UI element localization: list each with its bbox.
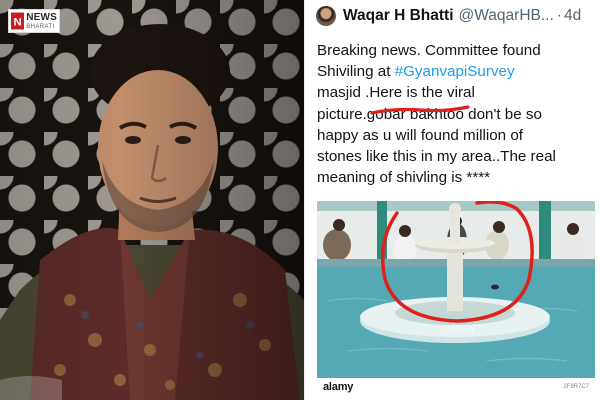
tweet-text-segment: stones like this in my area..The real <box>317 148 556 166</box>
alamy-watermark: alamy <box>445 322 476 334</box>
tweet-text-segment: masjid .Here is the viral <box>317 84 475 102</box>
tweet-media[interactable]: alamy 2F8R7C7 <box>317 201 595 396</box>
logo-line2: BHARATI <box>26 23 55 30</box>
news-bharati-logo: N NEWS BHARATI <box>8 9 60 33</box>
tweet-text-segment: meaning of shivling is **** <box>317 169 491 187</box>
tweet-text-line: masjid .Here is the viral <box>317 82 593 103</box>
avatar[interactable] <box>316 6 336 26</box>
photo-shade <box>0 0 304 400</box>
logo-mark-icon: N <box>11 12 25 30</box>
display-name[interactable]: Waqar H Bhatti <box>343 7 454 25</box>
separator-dot: · <box>556 7 562 24</box>
logo-mark-letter: N <box>14 17 22 29</box>
logo-line1: NEWS <box>26 11 57 23</box>
person-photo: N NEWS BHARATI <box>0 0 304 400</box>
alamy-footer: alamy 2F8R7C7 <box>317 378 595 396</box>
tweet-text-segment: Breaking news. Committee found <box>317 42 541 59</box>
tweet-text-segment: happy as u will found million of <box>317 126 523 144</box>
tweet-text-line: Shiviling at #GyanvapiSurvey <box>317 61 593 82</box>
tweet-text-line: Breaking news. Committee found <box>317 40 593 61</box>
tweet-text-line: stones like this in my area..The real <box>317 146 593 167</box>
tweet-text-segment: Shiviling at <box>317 63 395 81</box>
pool-fountain-image <box>317 201 595 396</box>
hashtag-link[interactable]: #GyanvapiSurvey <box>395 63 515 80</box>
tweet-card: Waqar H Bhatti @WaqarHB... · 4d Breaking… <box>304 0 600 400</box>
red-underline-annotation <box>370 105 470 115</box>
tweet-text-line: meaning of shivling is **** <box>317 167 593 188</box>
tweet-time[interactable]: 4d <box>564 7 581 25</box>
user-handle[interactable]: @WaqarHB... <box>459 7 554 25</box>
tweet-text-line: happy as u will found million of <box>317 125 593 146</box>
tweet-header: Waqar H Bhatti @WaqarHB... · 4d <box>316 5 596 27</box>
alamy-brand: alamy <box>323 381 354 393</box>
image-id: 2F8R7C7 <box>563 384 589 390</box>
